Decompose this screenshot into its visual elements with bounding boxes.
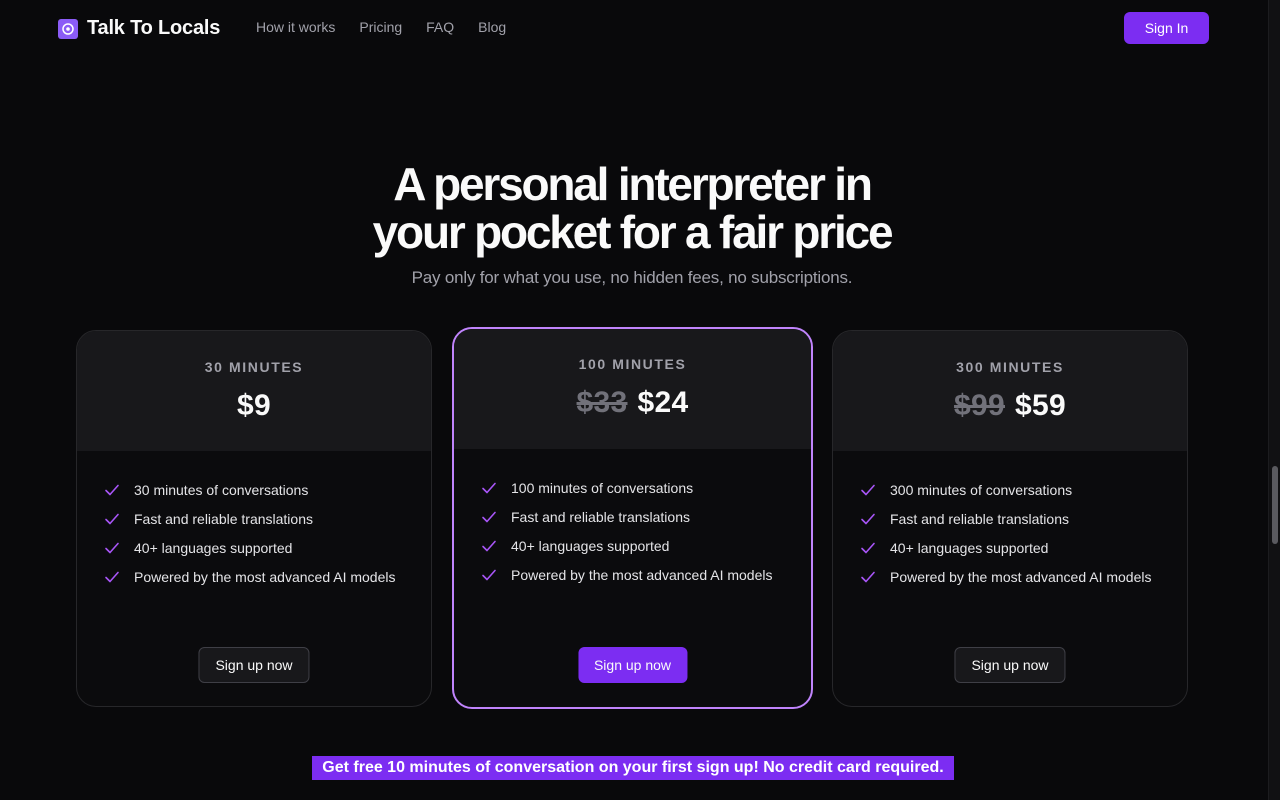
feature-item: 100 minutes of conversations <box>480 473 811 502</box>
pricing-card-header: 100 MINUTES $33 $24 <box>454 329 811 449</box>
price: $59 <box>1015 389 1066 422</box>
sign-in-button[interactable]: Sign In <box>1124 12 1209 44</box>
feature-text: 40+ languages supported <box>511 537 670 554</box>
feature-text: Powered by the most advanced AI models <box>134 568 396 585</box>
check-icon <box>103 539 121 557</box>
plan-name: 30 MINUTES <box>204 359 304 375</box>
brand-link[interactable]: Talk To Locals <box>58 17 220 40</box>
check-icon <box>859 539 877 557</box>
plan-name: 100 MINUTES <box>578 356 687 372</box>
feature-text: Powered by the most advanced AI models <box>511 566 773 583</box>
site-header: Talk To Locals How it works Pricing FAQ … <box>0 0 1268 56</box>
page-title-line-2: your pocket for a fair price <box>372 206 894 258</box>
page-title-line-1: A personal interpreter in <box>393 158 873 210</box>
price-row: $33 $24 <box>454 386 811 420</box>
nav-link-pricing[interactable]: Pricing <box>359 19 402 35</box>
price: $9 <box>237 389 271 422</box>
old-price: $33 <box>576 386 628 419</box>
check-icon <box>480 537 498 555</box>
feature-item: 40+ languages supported <box>859 533 1187 562</box>
page-scrollbar[interactable] <box>1268 0 1280 800</box>
brand-name: Talk To Locals <box>87 17 221 39</box>
page-title: A personal interpreter in your pocket fo… <box>0 160 1264 256</box>
feature-item: Fast and reliable translations <box>859 504 1187 533</box>
scrollbar-thumb[interactable] <box>1272 466 1278 544</box>
feature-text: 40+ languages supported <box>134 539 293 556</box>
check-icon <box>103 510 121 528</box>
feature-text: Fast and reliable translations <box>511 508 690 525</box>
pricing-card-header: 300 MINUTES $99 $59 <box>833 331 1187 451</box>
sign-up-button-100-minutes[interactable]: Sign up now <box>577 647 688 683</box>
page-subtitle: Pay only for what you use, no hidden fee… <box>411 268 853 287</box>
check-icon <box>859 481 877 499</box>
feature-text: 100 minutes of conversations <box>511 479 694 496</box>
feature-item: Powered by the most advanced AI models <box>859 562 1187 591</box>
nav-link-how-it-works[interactable]: How it works <box>256 19 335 35</box>
main-nav: How it works Pricing FAQ Blog <box>256 19 506 35</box>
feature-item: 40+ languages supported <box>480 531 811 560</box>
nav-link-blog[interactable]: Blog <box>478 19 506 35</box>
feature-item: Fast and reliable translations <box>103 504 431 533</box>
feature-item: 40+ languages supported <box>103 533 431 562</box>
price: $24 <box>637 386 689 419</box>
plan-name: 300 MINUTES <box>956 359 1064 375</box>
old-price: $99 <box>954 389 1005 422</box>
check-icon <box>103 568 121 586</box>
feature-text: Powered by the most advanced AI models <box>890 568 1152 585</box>
feature-list: 100 minutes of conversations Fast and re… <box>454 449 811 589</box>
price-row: $9 <box>77 389 431 423</box>
feature-text: 30 minutes of conversations <box>134 481 309 498</box>
feature-text: Fast and reliable translations <box>890 510 1069 527</box>
feature-item: 300 minutes of conversations <box>859 475 1187 504</box>
feature-text: Fast and reliable translations <box>134 510 313 527</box>
feature-text: 300 minutes of conversations <box>890 481 1073 498</box>
feature-item: Powered by the most advanced AI models <box>103 562 431 591</box>
pricing-card-300-minutes: 300 MINUTES $99 $59 300 minutes of conver… <box>832 330 1188 707</box>
check-icon <box>480 479 498 497</box>
pricing-card-100-minutes: 100 MINUTES $33 $24 100 minutes of conver… <box>452 327 813 709</box>
globe-icon <box>58 18 78 39</box>
feature-list: 300 minutes of conversations Fast and re… <box>833 451 1187 591</box>
pricing-card-header: 30 MINUTES $9 <box>77 331 431 451</box>
feature-item: Fast and reliable translations <box>480 502 811 531</box>
check-icon <box>480 566 498 584</box>
price-row: $99 $59 <box>833 389 1187 423</box>
sign-up-button-300-minutes[interactable]: Sign up now <box>954 647 1066 683</box>
feature-item: Powered by the most advanced AI models <box>480 560 811 589</box>
feature-item: 30 minutes of conversations <box>103 475 431 504</box>
feature-text: 40+ languages supported <box>890 539 1049 556</box>
pricing-card-30-minutes: 30 MINUTES $9 30 minutes of conversation… <box>76 330 432 707</box>
check-icon <box>103 481 121 499</box>
check-icon <box>859 510 877 528</box>
nav-link-faq[interactable]: FAQ <box>426 19 454 35</box>
promo-banner: Get free 10 minutes of conversation on y… <box>312 756 954 780</box>
check-icon <box>859 568 877 586</box>
check-icon <box>480 508 498 526</box>
feature-list: 30 minutes of conversations Fast and rel… <box>77 451 431 591</box>
sign-up-button-30-minutes[interactable]: Sign up now <box>198 647 310 683</box>
